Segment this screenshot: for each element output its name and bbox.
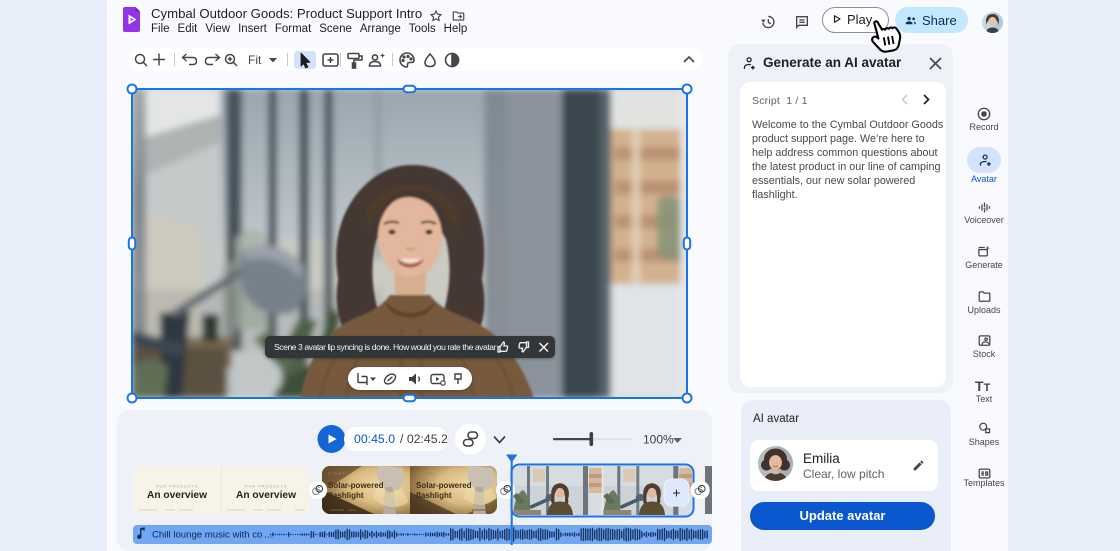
svg-text:flashlight: flashlight bbox=[328, 491, 364, 500]
svg-text:Solar-powered: Solar-powered bbox=[328, 481, 384, 490]
svg-text:An overview: An overview bbox=[147, 490, 207, 501]
svg-text:Chill lounge music with co ...: Chill lounge music with co ... bbox=[152, 530, 272, 541]
svg-text:CYMBAL: CYMBAL bbox=[416, 472, 436, 476]
svg-text:/ 02:45.2: / 02:45.2 bbox=[400, 432, 448, 446]
svg-text:100%: 100% bbox=[643, 433, 674, 447]
svg-text:OUR PRODUCTS: OUR PRODUCTS bbox=[156, 485, 199, 489]
svg-text:Fit: Fit bbox=[248, 53, 262, 67]
svg-text:00:45.0: 00:45.0 bbox=[354, 432, 395, 446]
svg-text:flashlight: flashlight bbox=[416, 491, 452, 500]
svg-text:CYMBAL: CYMBAL bbox=[328, 472, 348, 476]
svg-text:+: + bbox=[672, 485, 680, 501]
svg-text:An overview: An overview bbox=[236, 490, 296, 501]
svg-text:OUR PRODUCTS: OUR PRODUCTS bbox=[245, 485, 288, 489]
svg-text:Solar-powered: Solar-powered bbox=[416, 481, 472, 490]
